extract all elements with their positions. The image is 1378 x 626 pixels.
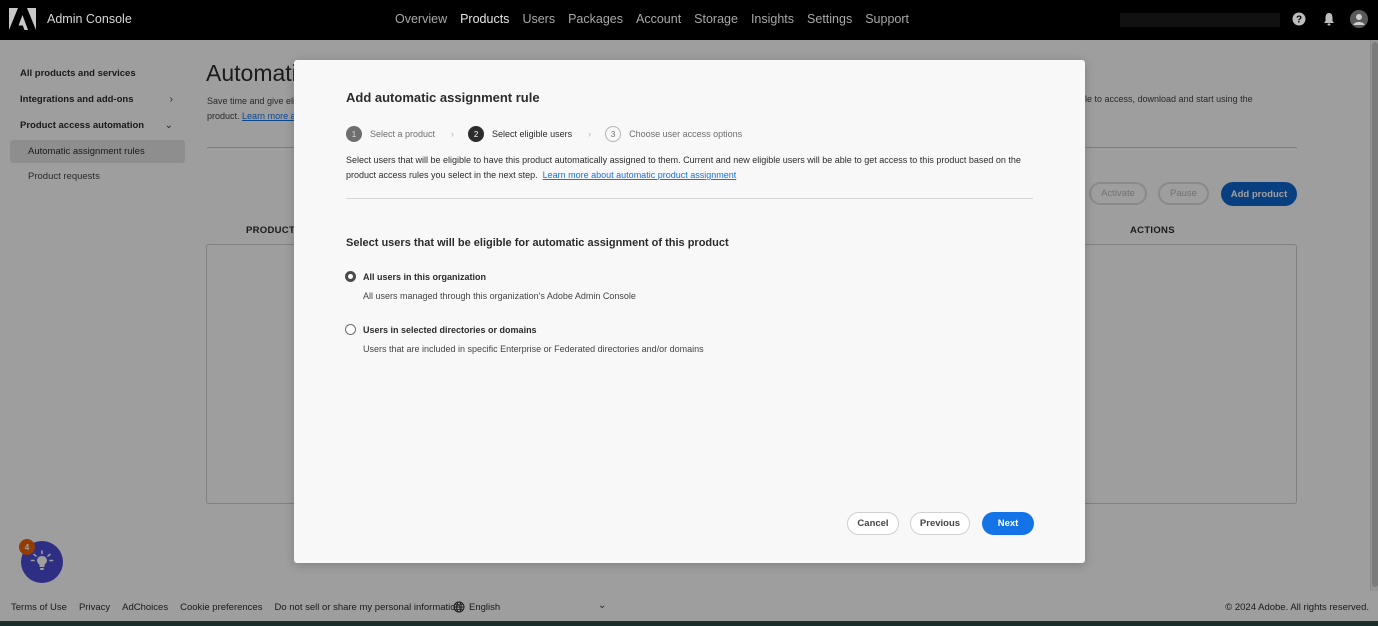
add-rule-dialog: Add automatic assignment rule 1 Select a… (294, 60, 1085, 563)
learn-more-link[interactable]: Learn more about automatic product assig… (543, 170, 737, 180)
nav-storage[interactable]: Storage (694, 12, 738, 26)
radio-label[interactable]: Users in selected directories or domains (363, 325, 537, 335)
radio-button-unchecked[interactable] (345, 324, 356, 335)
nav-settings[interactable]: Settings (807, 12, 852, 26)
help-icon[interactable]: ? (1291, 11, 1307, 27)
app-title[interactable]: Admin Console (47, 12, 132, 26)
nav-products[interactable]: Products (460, 12, 509, 26)
svg-text:?: ? (1296, 15, 1302, 26)
dialog-title: Add automatic assignment rule (346, 90, 540, 105)
avatar[interactable] (1350, 10, 1368, 28)
divider (346, 198, 1033, 199)
adobe-logo-icon[interactable] (9, 8, 36, 30)
chevron-right-icon: › (451, 129, 455, 139)
radio-description: All users managed through this organizat… (363, 291, 636, 301)
main-nav: Overview Products Users Packages Account… (395, 12, 909, 26)
radio-selected-directories[interactable]: Users in selected directories or domains (345, 324, 537, 335)
chevron-right-icon: › (588, 129, 592, 139)
nav-packages[interactable]: Packages (568, 12, 623, 26)
nav-insights[interactable]: Insights (751, 12, 794, 26)
user-icon (1353, 14, 1365, 25)
nav-overview[interactable]: Overview (395, 12, 447, 26)
step-3-indicator: 3 (605, 126, 622, 142)
radio-description: Users that are included in specific Ente… (363, 344, 704, 354)
radio-button-checked[interactable] (345, 271, 356, 282)
section-title: Select users that will be eligible for a… (346, 237, 729, 249)
org-switcher[interactable] (1120, 13, 1280, 27)
step-1-indicator: 1 (346, 126, 362, 142)
step-1-label: Select a product (370, 129, 436, 139)
cancel-button[interactable]: Cancel (847, 512, 899, 535)
next-button[interactable]: Next (982, 512, 1034, 535)
radio-all-users[interactable]: All users in this organization (345, 271, 486, 282)
nav-account[interactable]: Account (636, 12, 681, 26)
radio-label[interactable]: All users in this organization (363, 272, 486, 282)
bell-icon[interactable] (1321, 11, 1337, 27)
nav-users[interactable]: Users (522, 12, 555, 26)
dialog-intro: Select users that will be eligible to ha… (346, 153, 1036, 183)
previous-button[interactable]: Previous (910, 512, 970, 535)
stepper: 1 Select a product › 2 Select eligible u… (346, 126, 742, 142)
top-navigation-bar: Admin Console Overview Products Users Pa… (0, 0, 1378, 40)
step-2-indicator: 2 (468, 126, 485, 142)
nav-support[interactable]: Support (865, 12, 909, 26)
step-3-label: Choose user access options (629, 129, 743, 139)
step-2-label: Select eligible users (492, 129, 573, 139)
